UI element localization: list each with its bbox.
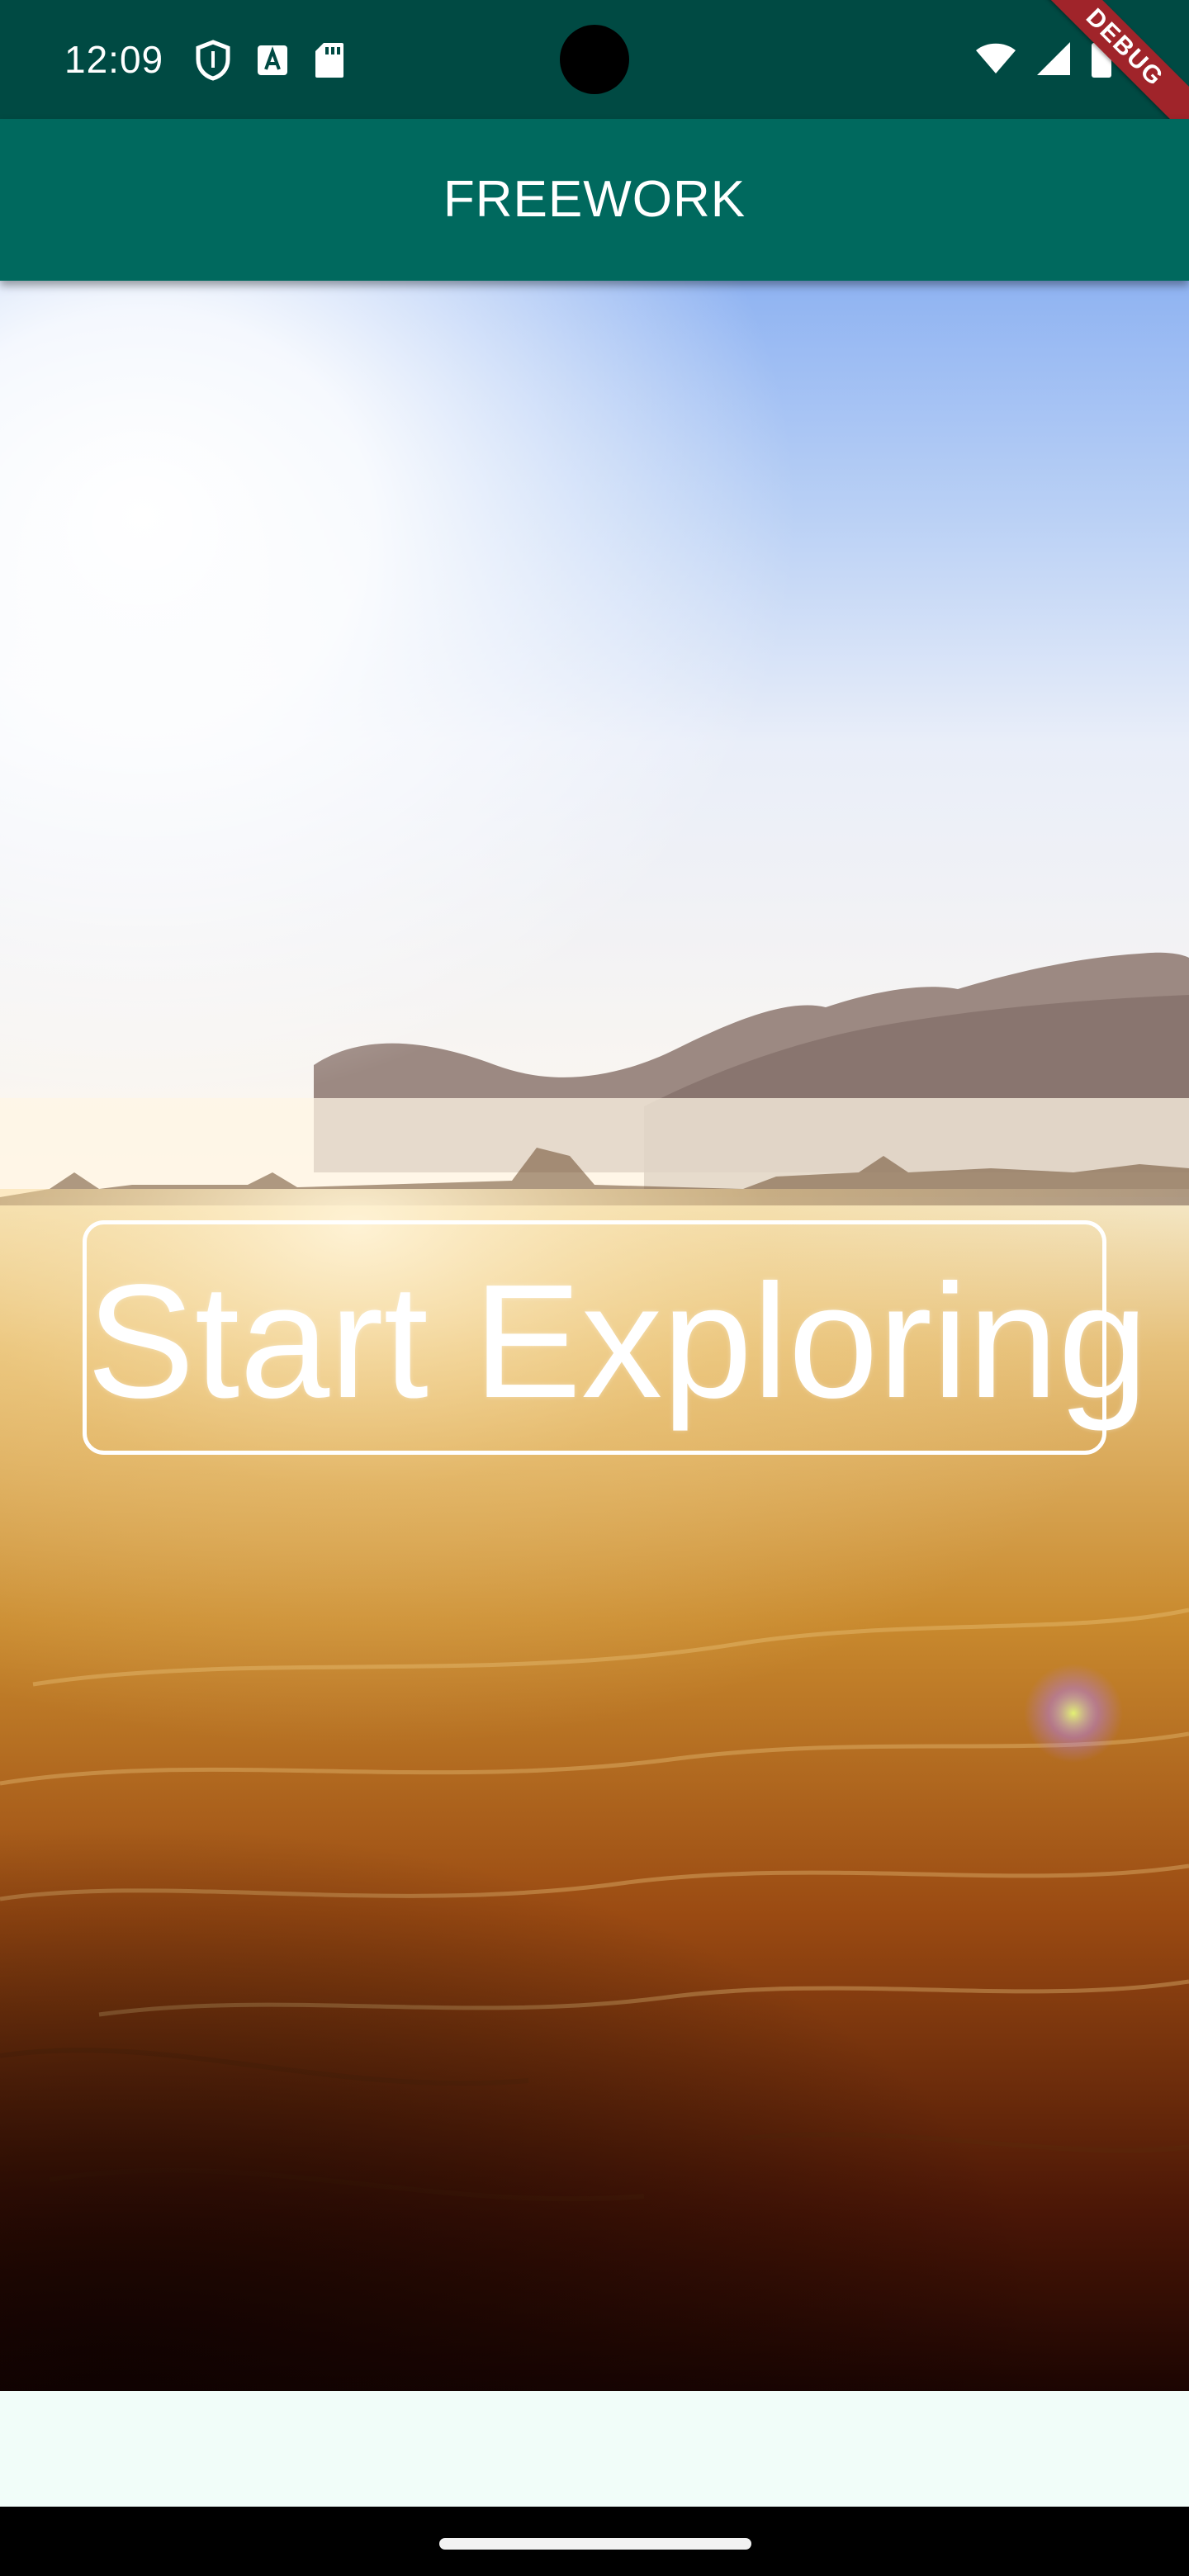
- status-time: 12:09: [64, 38, 164, 81]
- status-system-icons: [974, 38, 1113, 83]
- status-notification-icons: [195, 40, 345, 81]
- start-exploring-button[interactable]: Start Exploring: [83, 1220, 1148, 1455]
- app-screen: 12:09 DEBUG FREEWORK Start Exploring: [0, 0, 1189, 2576]
- app-bar: FREEWORK: [0, 119, 1189, 281]
- system-navigation-bar: [0, 2507, 1189, 2576]
- app-title: FREEWORK: [443, 171, 746, 228]
- background-video: Start Exploring: [0, 281, 1189, 2391]
- bottom-panel: [0, 2391, 1189, 2507]
- font-a-icon: [256, 44, 289, 77]
- sd-card-icon: [314, 41, 345, 79]
- home-indicator[interactable]: [439, 2538, 751, 2550]
- camera-cutout: [560, 25, 629, 94]
- status-bar: 12:09 DEBUG: [0, 0, 1189, 149]
- cellular-signal-icon: [1035, 40, 1072, 81]
- wifi-icon: [974, 42, 1017, 79]
- shield-icon: [195, 40, 231, 81]
